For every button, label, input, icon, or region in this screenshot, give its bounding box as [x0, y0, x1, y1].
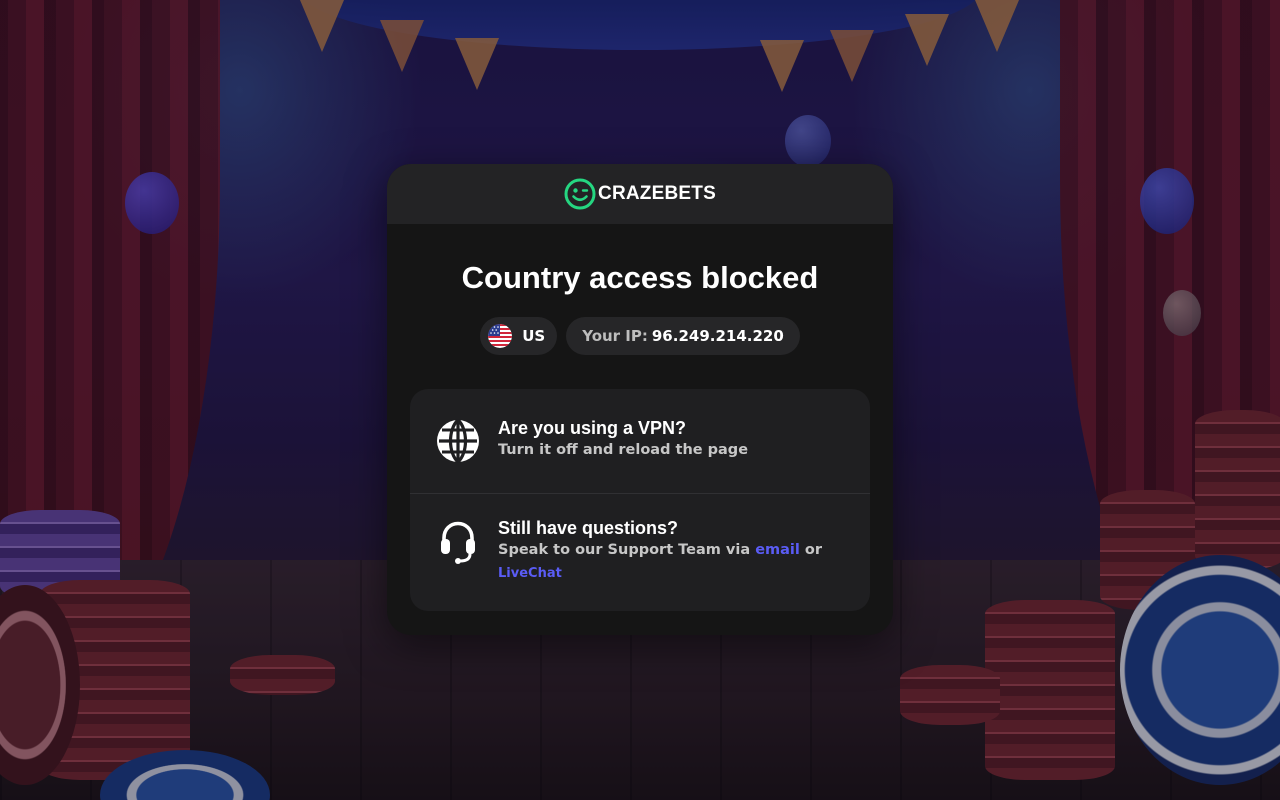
support-text: Speak to our Support Team via email or L…: [498, 539, 858, 585]
country-badge: US: [480, 317, 558, 355]
ip-value: 96.249.214.220: [651, 327, 784, 345]
ip-badge: Your IP: 96.249.214.220: [566, 317, 800, 355]
smiley-face-icon: [564, 178, 596, 210]
ip-label: Your IP:: [582, 327, 648, 345]
support-text-connector: or: [804, 542, 823, 558]
email-link[interactable]: email: [755, 542, 800, 558]
card-header: CRAZEBETS: [387, 164, 893, 224]
livechat-link[interactable]: LiveChat: [498, 566, 562, 581]
headset-icon: [441, 521, 475, 564]
support-notice: Still have questions? Speak to our Suppo…: [410, 517, 870, 585]
support-text-prefix: Speak to our Support Team via: [498, 542, 751, 558]
support-title: Still have questions?: [498, 518, 679, 538]
vpn-notice: Are you using a VPN? Turn it off and rel…: [410, 417, 870, 465]
help-panel: Are you using a VPN? Turn it off and rel…: [410, 389, 870, 611]
globe-icon: [437, 418, 479, 464]
blocked-access-card: CRAZEBETS Country access blocked US Your…: [387, 164, 893, 635]
brand-name: CRAZEBETS: [598, 183, 716, 204]
us-flag-icon: [488, 324, 513, 348]
vpn-subtitle: Turn it off and reload the page: [498, 442, 749, 458]
vpn-title: Are you using a VPN?: [498, 418, 687, 438]
location-row: US Your IP: 96.249.214.220: [387, 317, 893, 355]
brand-logo[interactable]: CRAZEBETS: [564, 178, 716, 210]
divider: [410, 493, 870, 494]
page-title: Country access blocked: [461, 260, 819, 295]
country-code: US: [522, 327, 546, 345]
